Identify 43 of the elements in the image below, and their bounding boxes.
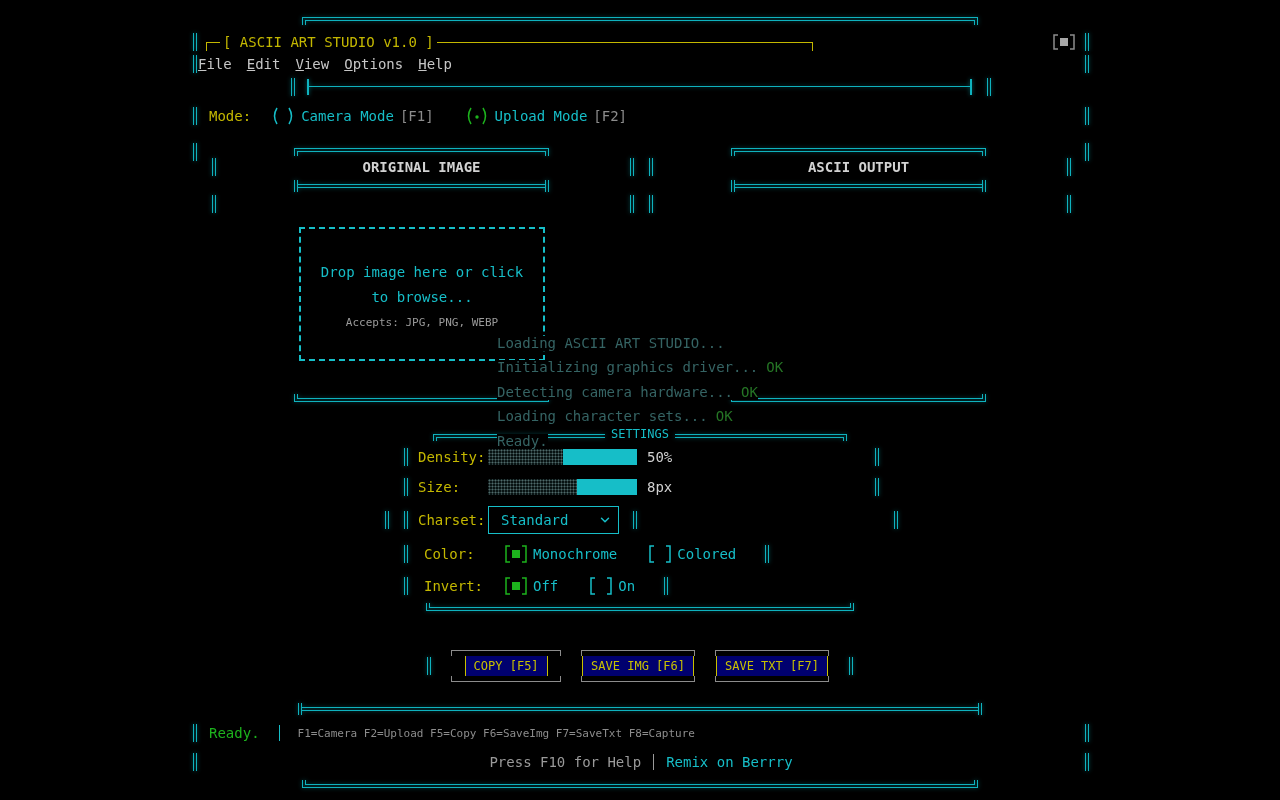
checkbox-icon[interactable]: [649, 545, 672, 563]
checkbox-label[interactable]: Off: [533, 578, 559, 594]
menu-item[interactable]: Help: [418, 56, 452, 72]
action-button[interactable]: SAVE TXT [F7]: [716, 656, 828, 676]
boxed-square-icon[interactable]: [1053, 34, 1075, 50]
menu-item[interactable]: Edit: [246, 56, 281, 72]
radio-label[interactable]: Camera Mode: [301, 108, 394, 124]
setting-label: Density:: [418, 449, 487, 465]
menu-item[interactable]: Options: [344, 56, 404, 72]
action-button[interactable]: COPY [F5]: [464, 656, 548, 676]
slider-track[interactable]: [488, 449, 637, 465]
drop-zone-text: Drop image here or click to browse...: [319, 262, 525, 307]
setting-label: Size:: [418, 479, 462, 495]
panel-title: ASCII OUTPUT: [806, 158, 911, 177]
checkbox-label[interactable]: On: [618, 578, 636, 594]
shortcut-hint: [F1]: [399, 108, 434, 124]
frame-line: [206, 42, 220, 51]
format-hint: Accepts: JPG, PNG, WEBP: [345, 315, 499, 329]
checkbox-icon[interactable]: [505, 545, 527, 563]
checkbox-icon[interactable]: [590, 577, 613, 595]
shortcut-hint: [F2]: [593, 108, 628, 124]
setting-label: Color:: [424, 546, 476, 562]
checkbox-label[interactable]: Colored: [677, 546, 737, 562]
setting-label: Charset:: [418, 512, 487, 528]
settings-title: SETTINGS: [610, 427, 670, 441]
checkbox-icon[interactable]: [505, 577, 527, 595]
panel-title: ORIGINAL IMAGE: [361, 158, 482, 177]
mode-label: Mode:: [209, 108, 252, 124]
slider-track[interactable]: [488, 479, 637, 495]
slider-value: 50%: [647, 449, 673, 465]
radio-label[interactable]: Upload Mode: [494, 108, 588, 124]
shortcut-list: F1=Camera F2=Upload F5=Copy F6=SaveImg F7=SaveTxt F8=Capture: [297, 726, 695, 740]
checkbox-label[interactable]: Monochrome: [533, 546, 618, 562]
action-button[interactable]: SAVE IMG [F6]: [582, 656, 694, 676]
menu-item[interactable]: File: [198, 56, 232, 72]
slider-value: 8px: [647, 479, 673, 495]
charset-select[interactable]: Standard: [488, 506, 619, 534]
window-title: [ ASCII ART STUDIO v1.0 ]: [223, 34, 434, 50]
menu-item[interactable]: View: [295, 56, 330, 72]
status-text: Ready.: [209, 725, 260, 741]
help-text: Press F10 for Help: [489, 754, 642, 770]
remix-link[interactable]: Remix on Berrry: [666, 754, 793, 770]
setting-label: Invert:: [424, 578, 484, 594]
